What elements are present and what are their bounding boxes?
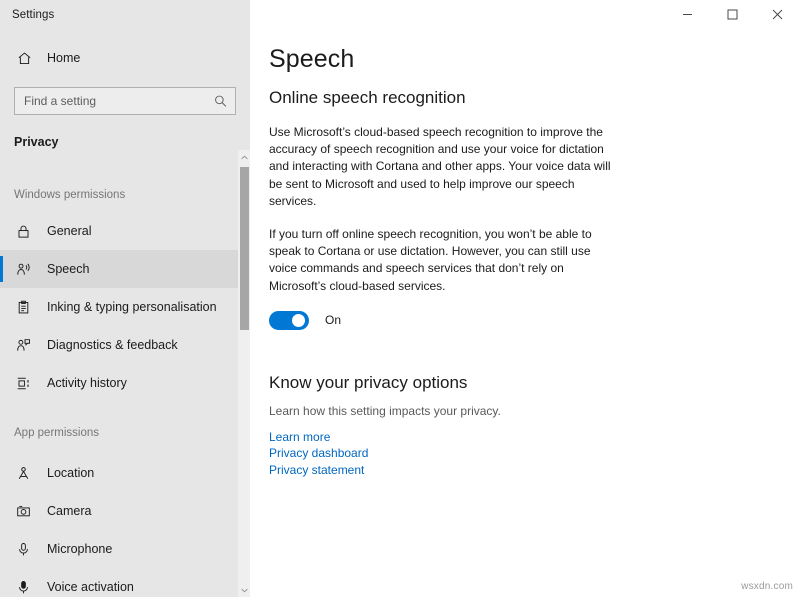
sidebar-item-activity-history[interactable]: Activity history (0, 364, 250, 402)
sidebar-item-camera[interactable]: Camera (0, 492, 250, 530)
sidebar-category-title: Privacy (0, 135, 250, 149)
speech-person-icon (14, 260, 32, 278)
search-icon (214, 95, 227, 108)
home-icon (14, 48, 34, 68)
microphone-icon (14, 540, 32, 558)
sidebar-item-general-label: General (47, 224, 91, 238)
privacy-options-heading: Know your privacy options (269, 373, 800, 393)
camera-icon (14, 502, 32, 520)
title-bar-left: Settings (0, 0, 250, 29)
maximize-button[interactable] (710, 0, 755, 29)
location-pin-icon (14, 464, 32, 482)
scrollbar-down-arrow-icon[interactable] (238, 583, 250, 597)
privacy-options-links: Learn more Privacy dashboard Privacy sta… (269, 429, 800, 479)
online-speech-heading: Online speech recognition (269, 88, 800, 108)
page-title: Speech (269, 45, 800, 74)
sidebar-item-camera-label: Camera (47, 504, 91, 518)
sidebar-item-microphone[interactable]: Microphone (0, 530, 250, 568)
sidebar-item-home[interactable]: Home (0, 43, 250, 73)
voice-activation-icon (14, 578, 32, 596)
sidebar-item-activity-history-label: Activity history (47, 376, 127, 390)
toggle-knob (292, 314, 305, 327)
clipboard-pen-icon (14, 298, 32, 316)
watermark: wsxdn.com (741, 581, 793, 592)
sidebar-item-microphone-label: Microphone (47, 542, 112, 556)
sidebar-item-location-label: Location (47, 466, 94, 480)
sidebar-item-inking-typing-personalisation[interactable]: Inking & typing personalisation (0, 288, 250, 326)
sidebar: Home Privacy Windows permissions (0, 29, 250, 597)
sidebar-item-diagnostics-feedback[interactable]: Diagnostics & feedback (0, 326, 250, 364)
search-box[interactable] (14, 87, 236, 115)
sidebar-item-diagnostics-feedback-label: Diagnostics & feedback (47, 338, 178, 352)
minimize-button[interactable] (665, 0, 710, 29)
lock-icon (14, 222, 32, 240)
online-speech-paragraph-1: Use Microsoft’s cloud-based speech recog… (269, 124, 621, 210)
window-title: Settings (0, 9, 54, 21)
sidebar-nav-list: Windows permissions General (0, 179, 250, 597)
nav-group-label-windows-permissions: Windows permissions (0, 179, 250, 212)
online-speech-toggle-row: On (269, 311, 800, 330)
scrollbar-up-arrow-icon[interactable] (238, 150, 250, 164)
window-controls (250, 0, 800, 29)
privacy-statement-link[interactable]: Privacy statement (269, 462, 364, 479)
sidebar-item-voice-activation-label: Voice activation (47, 580, 134, 594)
sidebar-item-home-label: Home (47, 51, 80, 65)
title-bar: Settings (0, 0, 800, 29)
sidebar-item-general[interactable]: General (0, 212, 250, 250)
online-speech-paragraph-2: If you turn off online speech recognitio… (269, 226, 621, 295)
sidebar-item-speech[interactable]: Speech (0, 250, 250, 288)
nav-group-label-app-permissions: App permissions (0, 402, 250, 454)
sidebar-item-inking-typing-personalisation-label: Inking & typing personalisation (47, 300, 217, 314)
learn-more-link[interactable]: Learn more (269, 429, 330, 446)
settings-window: Settings (0, 0, 800, 597)
privacy-options-description: Learn how this setting impacts your priv… (269, 404, 800, 418)
online-speech-toggle-label: On (325, 313, 341, 327)
person-feedback-icon (14, 336, 32, 354)
online-speech-toggle[interactable] (269, 311, 309, 330)
close-button[interactable] (755, 0, 800, 29)
sidebar-item-speech-label: Speech (47, 262, 89, 276)
activity-history-icon (14, 374, 32, 392)
main-content: Speech Online speech recognition Use Mic… (250, 29, 800, 597)
search-input[interactable] (15, 89, 211, 113)
privacy-dashboard-link[interactable]: Privacy dashboard (269, 445, 368, 462)
sidebar-scrollbar[interactable] (238, 150, 250, 597)
sidebar-item-location[interactable]: Location (0, 454, 250, 492)
scrollbar-thumb[interactable] (240, 167, 249, 330)
sidebar-item-voice-activation[interactable]: Voice activation (0, 568, 250, 597)
